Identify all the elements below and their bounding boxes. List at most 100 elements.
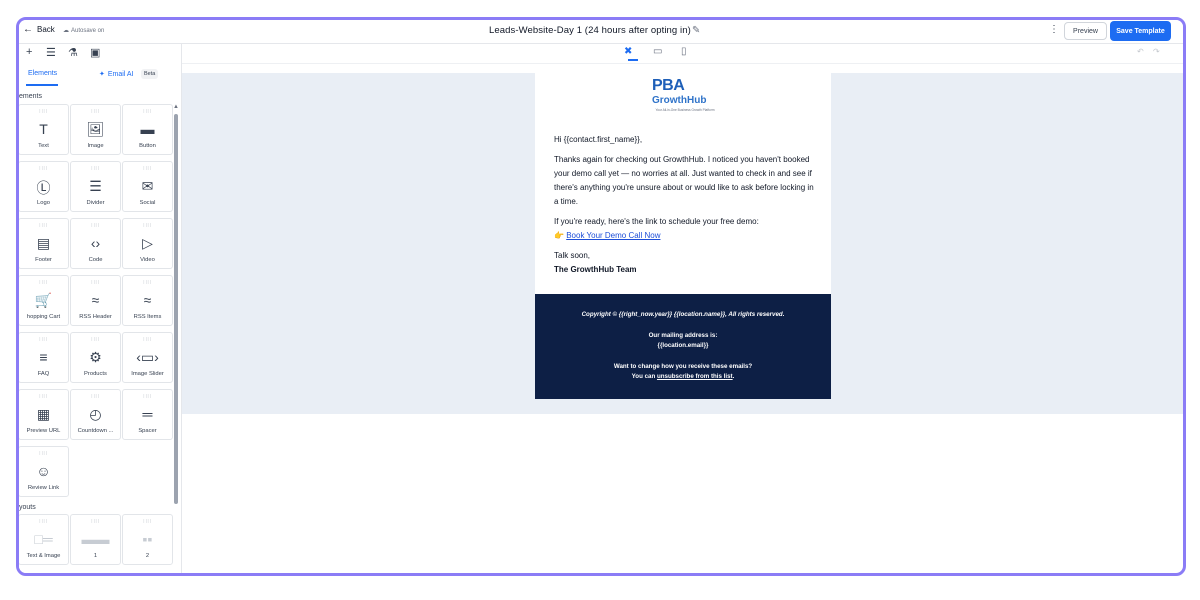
layers-icon[interactable]: ☰: [46, 46, 56, 59]
demo-link[interactable]: Book Your Demo Call Now: [566, 231, 660, 240]
element-card-review-link[interactable]: ∷∷ ☺ Review Link: [19, 446, 69, 497]
email-footer: Copyright © {{right_now.year}} {{locatio…: [535, 294, 831, 399]
drag-handle-icon[interactable]: ∷∷: [19, 279, 68, 286]
drag-handle-icon[interactable]: ∷∷: [71, 518, 120, 525]
layout-card-label: 2: [145, 553, 150, 559]
element-card-text[interactable]: ∷∷ T Text: [19, 104, 69, 155]
footer-mailing-value: {{location.email}}: [657, 342, 709, 349]
element-card-label: RSS Header: [79, 314, 112, 320]
tab-email-ai[interactable]: ✦ Email AI: [99, 70, 134, 79]
brand-logo: PBA GrowthHub Your All-in-One Business G…: [650, 77, 720, 115]
element-card-countdown[interactable]: ∷∷ ◴ Countdown ...: [70, 389, 121, 440]
paragraph-2: If you're ready, here's the link to sche…: [554, 217, 759, 226]
drag-handle-icon[interactable]: ∷∷: [19, 518, 68, 525]
tab-active-indicator: [26, 84, 58, 86]
mobile-icon[interactable]: ▯: [681, 46, 687, 57]
paint-roller-icon[interactable]: ⚗: [68, 46, 78, 59]
cloud-icon: ☁: [63, 28, 69, 34]
back-button[interactable]: ← Back: [23, 24, 55, 34]
element-card-preview-url[interactable]: ∷∷ ▦ Preview URL: [19, 389, 69, 440]
layout-card[interactable]: ∷∷ ▪▪ 2: [122, 514, 173, 565]
drag-handle-icon[interactable]: ∷∷: [71, 165, 120, 172]
layout-card[interactable]: ∷∷ □═ Text & Image: [19, 514, 69, 565]
preview-button[interactable]: Preview: [1064, 22, 1107, 40]
element-card-social[interactable]: ∷∷ ✉ Social: [122, 161, 173, 212]
drag-handle-icon[interactable]: ∷∷: [71, 279, 120, 286]
element-card-rss[interactable]: ∷∷ ≈ RSS Items: [122, 275, 173, 326]
drag-handle-icon[interactable]: ∷∷: [123, 518, 172, 525]
drag-handle-icon[interactable]: ∷∷: [71, 108, 120, 115]
drag-handle-icon[interactable]: ∷∷: [19, 222, 68, 229]
unsubscribe-link[interactable]: unsubscribe from this list: [657, 373, 733, 380]
more-options-icon[interactable]: ⋮: [1049, 24, 1059, 35]
element-card-image-slider[interactable]: ∷∷ ‹▭› Image Slider: [122, 332, 173, 383]
review-link-icon: ☺: [36, 463, 51, 479]
drag-handle-icon[interactable]: ∷∷: [123, 165, 172, 172]
signature-text: The GrowthHub Team: [554, 265, 637, 274]
element-card-products[interactable]: ∷∷ ⚙ Products: [70, 332, 121, 383]
drag-handle-icon[interactable]: ∷∷: [19, 108, 68, 115]
drag-handle-icon[interactable]: ∷∷: [71, 393, 120, 400]
layout-preview-icon: ▬▬: [81, 531, 110, 547]
drag-handle-icon[interactable]: ∷∷: [123, 336, 172, 343]
tab-elements[interactable]: Elements: [28, 70, 57, 77]
desktop-icon[interactable]: ▭: [653, 46, 662, 57]
element-card-logo[interactable]: ∷∷ Ⓛ Logo: [19, 161, 69, 212]
scroll-up-icon[interactable]: ▲: [173, 104, 179, 110]
divider-icon: ☰: [89, 178, 102, 194]
footer-period: .: [732, 373, 735, 380]
drag-handle-icon[interactable]: ∷∷: [19, 165, 68, 172]
layout-card[interactable]: ∷∷ ▬▬ 1: [70, 514, 121, 565]
drag-handle-icon[interactable]: ∷∷: [19, 393, 68, 400]
element-card-label: Social: [139, 200, 156, 206]
sparkle-icon: ✦: [99, 71, 105, 78]
element-card-label: Image: [87, 143, 104, 149]
element-card-video[interactable]: ∷∷ ▷ Video: [122, 218, 173, 269]
element-card-spacer[interactable]: ∷∷ ═ Spacer: [122, 389, 173, 440]
element-card-rss[interactable]: ∷∷ ≈ RSS Header: [70, 275, 121, 326]
drag-handle-icon[interactable]: ∷∷: [123, 108, 172, 115]
element-card-button[interactable]: ∷∷ ▬ Button: [122, 104, 173, 155]
element-card-label: Divider: [86, 200, 105, 206]
image-slider-icon: ‹▭›: [136, 349, 159, 365]
redo-icon[interactable]: ↷: [1153, 47, 1160, 56]
layout-card-label: 1: [93, 553, 98, 559]
faq-icon: ≡: [39, 349, 48, 365]
email-preview[interactable]: PBA GrowthHub Your All-in-One Business G…: [535, 73, 831, 399]
add-icon[interactable]: +: [26, 46, 32, 58]
element-card-image[interactable]: ∷∷ 🖼 Image: [70, 104, 121, 155]
element-card-code[interactable]: ∷∷ ‹› Code: [70, 218, 121, 269]
spacer-icon: ═: [142, 406, 153, 422]
element-card-label: Spacer: [138, 428, 157, 434]
greeting-text: Hi {{contact.first_name}},: [554, 135, 643, 144]
edit-title-icon[interactable]: ✎: [692, 25, 700, 36]
drag-handle-icon[interactable]: ∷∷: [19, 450, 68, 457]
elements-sidebar: Elements ✦ Email AI Beta ements ∷∷ T Text ∷…: [19, 64, 182, 573]
image-icon: 🖼: [86, 121, 105, 137]
template-title: Leads-Website-Day 1 (24 hours after opti…: [489, 25, 691, 36]
rss-icon: ≈: [143, 292, 152, 308]
rss-icon: ≈: [91, 292, 100, 308]
design-tools-icon[interactable]: ✖: [624, 46, 632, 57]
undo-icon[interactable]: ↶: [1137, 47, 1144, 56]
drag-handle-icon[interactable]: ∷∷: [71, 222, 120, 229]
drag-handle-icon[interactable]: ∷∷: [19, 336, 68, 343]
logo-text: PBA: [652, 77, 685, 94]
save-disk-icon[interactable]: ▣: [90, 46, 100, 59]
element-card-faq[interactable]: ∷∷ ≡ FAQ: [19, 332, 69, 383]
drag-handle-icon[interactable]: ∷∷: [71, 336, 120, 343]
drag-handle-icon[interactable]: ∷∷: [123, 393, 172, 400]
section-layouts-heading: youts: [19, 504, 36, 511]
drag-handle-icon[interactable]: ∷∷: [123, 222, 172, 229]
element-card-footer[interactable]: ∷∷ ▤ Footer: [19, 218, 69, 269]
element-card-divider[interactable]: ∷∷ ☰ Divider: [70, 161, 121, 212]
logo-icon: Ⓛ: [36, 180, 51, 196]
pointing-hand-icon: 👉: [554, 231, 564, 240]
sidebar-scrollbar[interactable]: [174, 114, 178, 504]
element-card-shopping-cart[interactable]: ∷∷ 🛒 hopping Cart: [19, 275, 69, 326]
drag-handle-icon[interactable]: ∷∷: [123, 279, 172, 286]
shopping-cart-icon: 🛒: [34, 292, 53, 308]
save-template-button[interactable]: Save Template: [1110, 21, 1171, 41]
layout-preview-icon: □═: [34, 531, 53, 547]
element-card-label: Image Slider: [131, 371, 164, 377]
